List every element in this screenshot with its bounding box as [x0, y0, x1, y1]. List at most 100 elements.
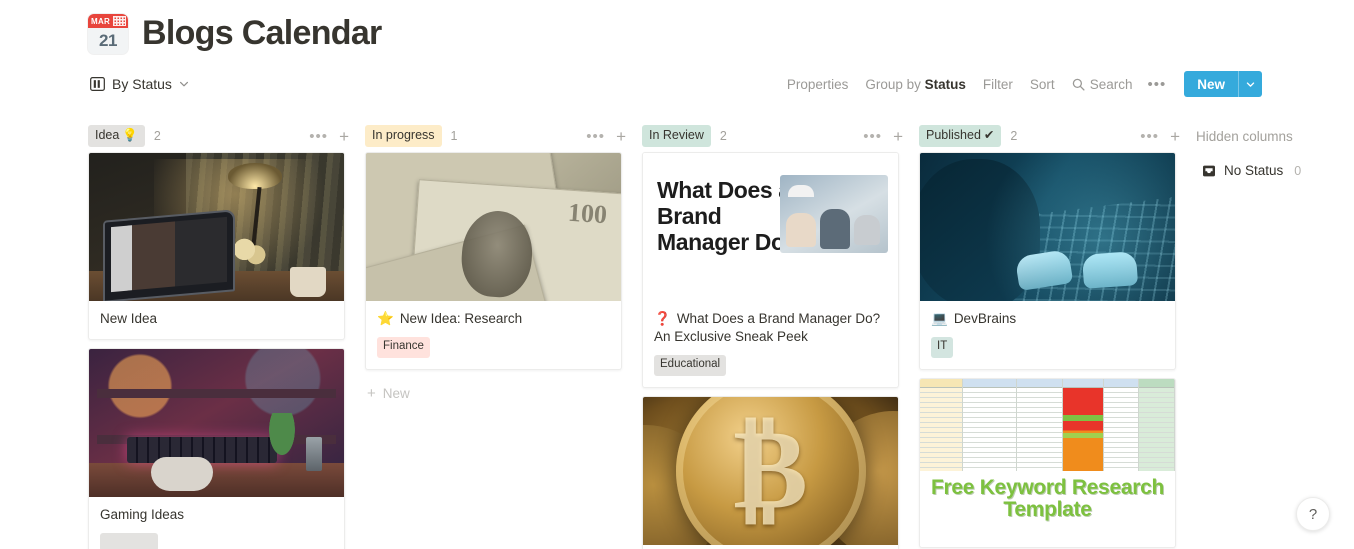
- card-tag: Finance: [377, 337, 430, 358]
- brand-manager-thumbnail: What Does a Brand Manager Do?: [643, 153, 898, 301]
- column-cards: 💻 DevBrains IT Free Keyword Research Tem…: [919, 152, 1196, 548]
- column-count: 2: [153, 129, 161, 143]
- hidden-column-count: 0: [1294, 163, 1302, 178]
- board-icon: [90, 77, 105, 91]
- sort-button[interactable]: Sort: [1030, 77, 1055, 92]
- card-body: ❓ What Does a Brand Manager Do? An Exclus…: [643, 301, 898, 387]
- card-cover-image: What Does a Brand Manager Do?: [643, 153, 898, 301]
- column-count: 2: [719, 129, 727, 143]
- thumbnail-heading: Free Keyword Research Template: [931, 476, 1164, 521]
- card-cover-image: Free Keyword Research Template: [920, 378, 1175, 527]
- keyword-research-template-thumbnail: Free Keyword Research Template: [920, 378, 1175, 527]
- column-status-label: Published: [926, 128, 981, 143]
- card-body: Gaming Ideas: [89, 497, 344, 549]
- chevron-down-icon: [1246, 81, 1255, 87]
- column-more-button[interactable]: •••: [309, 129, 328, 144]
- column-add-card-button[interactable]: +: [1170, 128, 1180, 145]
- inbox-icon: [1203, 165, 1215, 176]
- hidden-column-name: No Status: [1224, 163, 1284, 178]
- board-column-published: Published ✔ 2 ••• + 💻 DevBrains IT Free …: [919, 120, 1196, 549]
- hacker-laptop-photo: [920, 153, 1175, 301]
- money-number: 100: [567, 197, 608, 230]
- card-cover-image: [643, 396, 898, 545]
- group-by-prefix: Group by: [865, 76, 925, 92]
- card-cover-image: [920, 153, 1175, 301]
- add-new-card-button[interactable]: + New: [365, 378, 622, 409]
- board-card[interactable]: New Idea: [88, 152, 345, 341]
- dollar-bills-photo: 100: [366, 153, 621, 301]
- star-icon: ⭐: [377, 311, 394, 326]
- page-title[interactable]: Blogs Calendar: [142, 14, 382, 52]
- group-by-value: Status: [924, 76, 966, 92]
- column-status-label: Idea: [95, 128, 120, 143]
- board-card[interactable]: 💻 DevBrains IT: [919, 152, 1176, 370]
- column-status-label: In progress: [372, 128, 435, 143]
- column-status-pill[interactable]: In progress: [365, 125, 442, 147]
- chevron-down-icon: [179, 81, 188, 87]
- card-tag: Educational: [654, 355, 727, 376]
- card-title-text: DevBrains: [953, 311, 1017, 326]
- help-button[interactable]: ?: [1296, 497, 1330, 531]
- search-label: Search: [1089, 76, 1133, 92]
- card-title-text: New Idea: Research: [399, 311, 523, 326]
- board-card[interactable]: Gaming Ideas: [88, 348, 345, 549]
- column-header: In Review 2 ••• +: [642, 120, 919, 152]
- group-by-button[interactable]: Group by Status: [865, 77, 966, 92]
- column-more-button[interactable]: •••: [586, 129, 605, 144]
- new-button-dropdown[interactable]: [1238, 71, 1262, 97]
- column-more-button[interactable]: •••: [863, 129, 882, 144]
- card-cover-image: [89, 349, 344, 498]
- card-body: New Idea: [89, 301, 344, 339]
- card-title-text: What Does a Brand Manager Do? An Exclusi…: [654, 311, 881, 345]
- properties-button[interactable]: Properties: [787, 77, 849, 92]
- column-status-label: In Review: [649, 128, 704, 143]
- check-icon: ✔: [983, 128, 995, 143]
- board-card[interactable]: 100 ⭐ New Idea: Research Finance: [365, 152, 622, 370]
- board-card[interactable]: [642, 395, 899, 549]
- hidden-column-no-status[interactable]: No Status 0: [1196, 156, 1354, 185]
- thumbnail-photo: [780, 175, 888, 253]
- hidden-columns-label: Hidden columns: [1196, 128, 1293, 144]
- calendar-icon-day: 21: [99, 31, 117, 50]
- card-title: ⭐ New Idea: Research: [377, 310, 610, 328]
- column-add-card-button[interactable]: +: [339, 128, 349, 145]
- column-add-card-button[interactable]: +: [616, 128, 626, 145]
- card-title: Gaming Ideas: [100, 507, 185, 523]
- column-more-button[interactable]: •••: [1140, 129, 1159, 144]
- toolbar-more-button[interactable]: •••: [1147, 77, 1166, 92]
- column-status-emoji: 💡: [122, 128, 138, 143]
- card-cover-image: 100: [366, 153, 621, 301]
- view-toolbar: By Status Properties Group by Status Fil…: [0, 54, 1354, 100]
- card-cover-image: [89, 153, 344, 301]
- board-card[interactable]: Free Keyword Research Template: [919, 377, 1176, 548]
- column-status-pill[interactable]: In Review: [642, 125, 711, 147]
- board-column-in-progress: In progress 1 ••• + 100 ⭐ New Idea: Rese…: [365, 120, 642, 409]
- column-actions: ••• +: [309, 128, 349, 145]
- column-header: Published ✔ 2 ••• +: [919, 120, 1196, 152]
- column-cards: New Idea Gaming Ideas: [88, 152, 365, 549]
- new-button-group: New: [1184, 71, 1262, 97]
- add-new-label: New: [382, 385, 410, 401]
- column-add-card-button[interactable]: +: [893, 128, 903, 145]
- column-header: Idea 💡 2 ••• +: [88, 120, 365, 152]
- bitcoin-photo: [643, 396, 898, 545]
- card-title: ❓ What Does a Brand Manager Do? An Exclus…: [654, 310, 887, 346]
- card-tag: IT: [931, 337, 954, 358]
- new-button[interactable]: New: [1184, 71, 1238, 97]
- column-status-pill[interactable]: Published ✔: [919, 125, 1002, 147]
- search-icon: [1072, 78, 1085, 91]
- desk-lamp-laptop-photo: [89, 153, 344, 301]
- filter-button[interactable]: Filter: [983, 77, 1013, 92]
- board-card[interactable]: What Does a Brand Manager Do? ❓ What Does…: [642, 152, 899, 388]
- laptop-icon: 💻: [931, 311, 948, 326]
- retro-gaming-room-photo: [89, 349, 344, 498]
- view-tab-by-status[interactable]: By Status: [88, 73, 191, 95]
- board-column-in-review: In Review 2 ••• + What Does a Brand Mana…: [642, 120, 919, 549]
- calendar-icon: MAR 21: [88, 14, 128, 54]
- view-tab-label: By Status: [112, 76, 172, 92]
- notion-board-page: MAR 21 Blogs Calendar By Status Properti…: [0, 0, 1354, 549]
- column-cards: What Does a Brand Manager Do? ❓ What Does…: [642, 152, 919, 549]
- search-button[interactable]: Search: [1072, 76, 1133, 92]
- card-title: New Idea: [100, 311, 158, 326]
- column-status-pill[interactable]: Idea 💡: [88, 125, 145, 147]
